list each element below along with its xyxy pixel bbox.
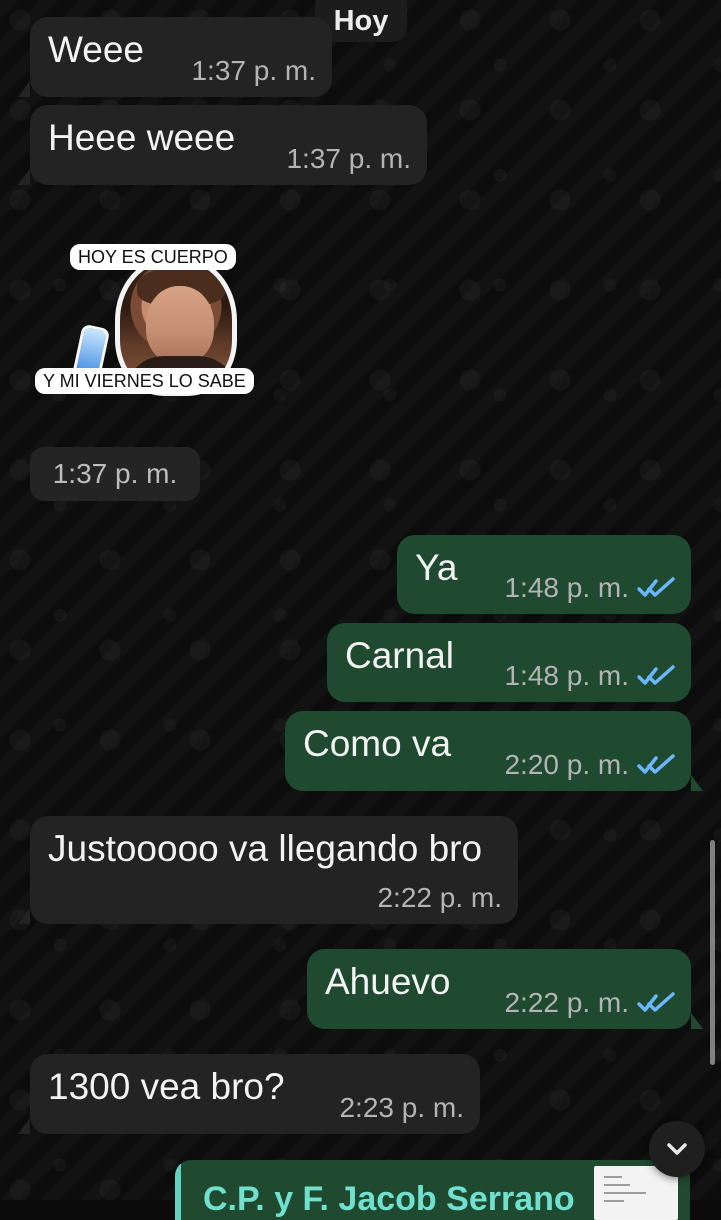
message-time: 1:37 p. m. bbox=[52, 458, 178, 489]
incoming-message-1300[interactable]: 1300 vea bro? 2:23 p. m. bbox=[18, 1054, 480, 1134]
message-meta: 2:23 p. m. bbox=[339, 1092, 464, 1124]
message-meta: 1:48 p. m. bbox=[504, 572, 675, 604]
message-meta: 1:37 p. m. bbox=[286, 143, 411, 175]
document-line bbox=[604, 1192, 646, 1194]
message-time: 2:20 p. m. bbox=[504, 749, 629, 780]
message-time: 1:48 p. m. bbox=[504, 660, 629, 691]
day-label: Hoy bbox=[333, 4, 389, 37]
message-meta: 1:37 p. m. bbox=[191, 55, 316, 87]
message-meta: 2:22 p. m. bbox=[377, 882, 502, 914]
message-meta: 2:20 p. m. bbox=[504, 749, 675, 781]
message-meta: 2:22 p. m. bbox=[504, 987, 675, 1019]
document-line bbox=[604, 1176, 622, 1178]
chevron-down-icon bbox=[667, 1143, 687, 1155]
double-check-icon bbox=[637, 992, 675, 1012]
message-time: 1:48 p. m. bbox=[504, 572, 629, 603]
document-line bbox=[604, 1200, 624, 1202]
outgoing-message-ya[interactable]: Ya 1:48 p. m. bbox=[397, 535, 691, 614]
double-check-icon bbox=[637, 577, 675, 597]
sticker-message[interactable]: HOY ES CUERPO Y MI VIERNES LO SABE bbox=[35, 242, 263, 397]
message-time: 1:37 p. m. bbox=[191, 55, 316, 86]
document-line bbox=[604, 1184, 630, 1186]
double-check-icon bbox=[637, 754, 675, 774]
incoming-message-weee[interactable]: Weee 1:37 p. m. bbox=[18, 17, 332, 97]
message-time: 2:22 p. m. bbox=[377, 882, 502, 913]
incoming-message-heee-weee[interactable]: Heee weee 1:37 p. m. bbox=[18, 105, 427, 185]
message-text: Justooooo va llegando bro bbox=[48, 828, 483, 869]
sticker-face bbox=[146, 286, 214, 364]
outgoing-message-ahuevo[interactable]: Ahuevo 2:22 p. m. bbox=[307, 949, 703, 1029]
scrollbar[interactable] bbox=[710, 840, 715, 1065]
message-time: 2:22 p. m. bbox=[504, 987, 629, 1018]
outgoing-message-como-va[interactable]: Como va 2:20 p. m. bbox=[285, 711, 703, 791]
message-meta: 1:48 p. m. bbox=[504, 660, 675, 692]
scroll-down-button[interactable] bbox=[649, 1121, 705, 1177]
incoming-message-justooooo[interactable]: Justooooo va llegando bro 2:22 p. m. bbox=[18, 816, 518, 924]
sticker-time-chip: 1:37 p. m. bbox=[30, 447, 200, 501]
message-time: 2:23 p. m. bbox=[339, 1092, 464, 1123]
message-time: 1:37 p. m. bbox=[286, 143, 411, 174]
sticker-top-caption: HOY ES CUERPO bbox=[70, 244, 236, 270]
outgoing-message-carnal[interactable]: Carnal 1:48 p. m. bbox=[327, 623, 691, 702]
double-check-icon bbox=[637, 665, 675, 685]
partial-document-message[interactable]: C.P. y F. Jacob Serrano bbox=[175, 1160, 690, 1220]
sticker-bottom-caption: Y MI VIERNES LO SABE bbox=[35, 368, 254, 394]
